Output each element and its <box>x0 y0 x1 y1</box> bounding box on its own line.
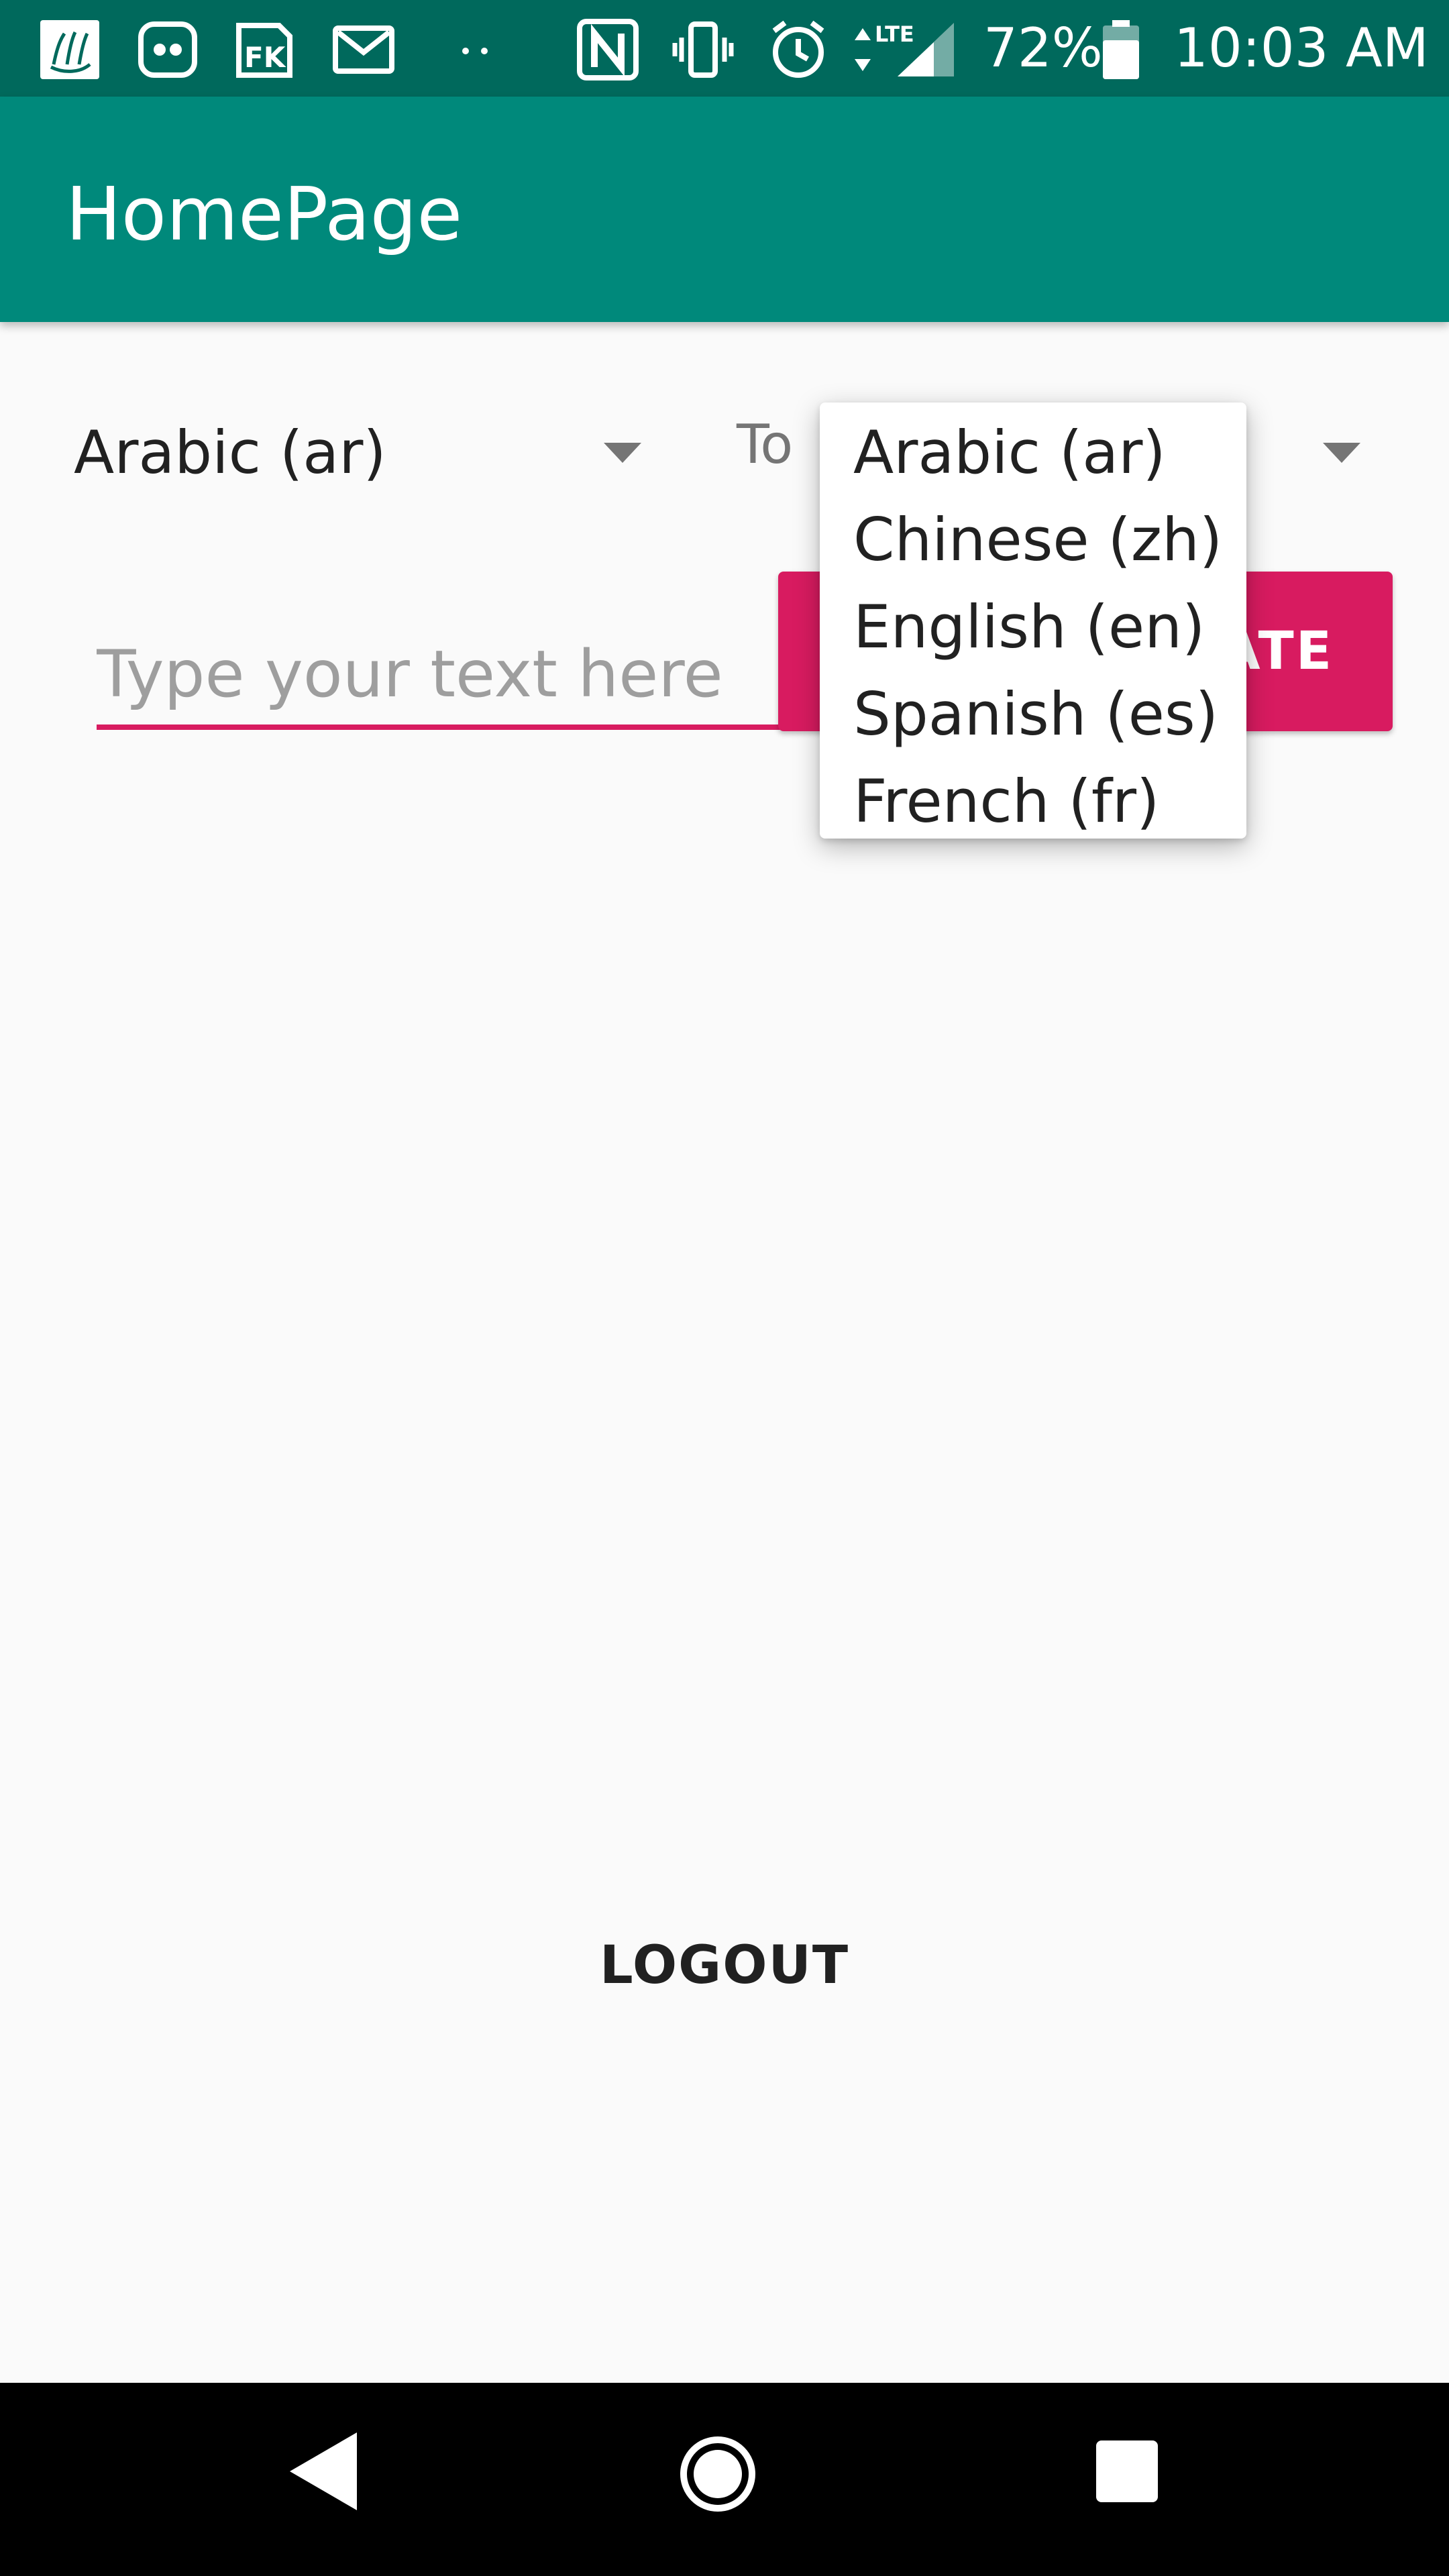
recents-icon[interactable] <box>1096 2440 1158 2502</box>
battery-icon <box>1103 20 1139 79</box>
logout-button[interactable]: LOGOUT <box>523 1919 926 2012</box>
app-bar: HomePage <box>0 97 1449 322</box>
dots-app-icon <box>138 21 197 78</box>
navigation-bar <box>0 2383 1449 2576</box>
dropdown-option-french[interactable]: French (fr) <box>820 758 1246 845</box>
nfc-icon <box>577 19 639 80</box>
battery-percent: 72% <box>983 17 1103 79</box>
svg-text:FK: FK <box>244 41 286 74</box>
dropdown-option-chinese[interactable]: Chinese (zh) <box>820 496 1246 584</box>
dropdown-option-arabic[interactable]: Arabic (ar) <box>820 409 1246 496</box>
from-language-spinner[interactable]: Arabic (ar) <box>40 402 657 503</box>
calligraphy-app-icon <box>40 20 99 79</box>
from-language-value: Arabic (ar) <box>74 418 386 487</box>
language-dropdown: Arabic (ar) Chinese (zh) English (en) Sp… <box>820 402 1246 839</box>
home-icon[interactable] <box>680 2436 755 2512</box>
page-title: HomePage <box>66 171 463 257</box>
chevron-down-icon <box>604 443 641 463</box>
text-input[interactable] <box>97 624 835 730</box>
fk-app-icon: FK <box>236 23 292 78</box>
vibrate-icon <box>672 21 734 78</box>
dropdown-option-spanish[interactable]: Spanish (es) <box>820 671 1246 758</box>
clock: 10:03 AM <box>1174 17 1429 79</box>
more-dots-icon <box>462 48 488 54</box>
alarm-icon <box>772 20 824 78</box>
back-icon[interactable] <box>290 2432 357 2510</box>
chevron-down-icon <box>1323 443 1360 463</box>
to-label: To <box>737 413 794 476</box>
logout-label: LOGOUT <box>599 1935 850 1996</box>
dropdown-option-english[interactable]: English (en) <box>820 584 1246 671</box>
status-bar: FK LTE 72% 10:03 AM <box>0 0 1449 97</box>
gmail-icon <box>333 25 394 74</box>
signal-icon <box>898 23 954 76</box>
